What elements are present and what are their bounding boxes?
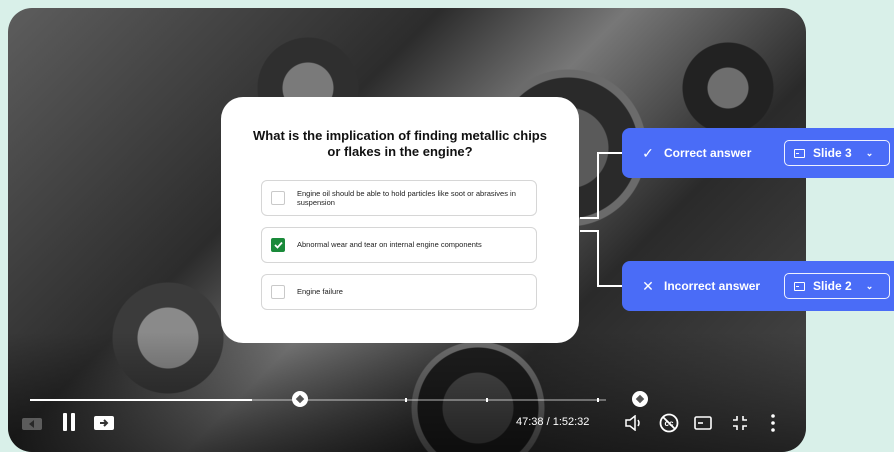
slide-icon [794,281,805,291]
slide-select-incorrect[interactable]: Slide 2 ⌄ [784,273,890,299]
slide-select-value: Slide 3 [813,146,852,160]
slide-icon [794,148,805,158]
branch-correct-label: Correct answer [664,146,752,160]
checkmark-icon: ✓ [642,144,654,161]
slide-select-value: Slide 2 [813,279,852,293]
branch-incorrect-label: Incorrect answer [664,279,761,293]
slide-select-correct[interactable]: Slide 3 ⌄ [784,140,890,166]
branch-connectors [580,152,622,287]
chevron-down-icon: ⌄ [865,280,874,291]
chevron-down-icon: ⌄ [865,147,874,158]
x-icon: ✕ [642,277,654,294]
